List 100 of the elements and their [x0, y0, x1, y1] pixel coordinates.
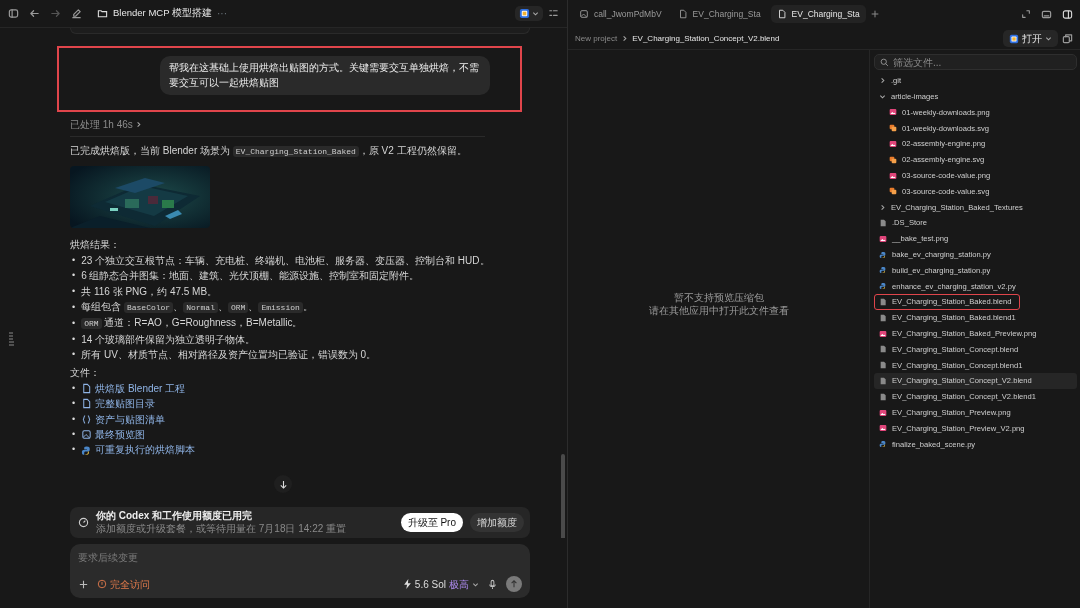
bullet-mark: • [72, 381, 76, 395]
plus-icon[interactable] [78, 578, 89, 590]
notice-title: 你的 Codex 和工作使用额度已用完 [96, 510, 254, 523]
bullet-mark: • [72, 348, 76, 362]
image-icon [579, 9, 589, 19]
image-icon [81, 429, 93, 441]
breadcrumb-current: EV_Charging_Station_Concept_V2.blend [632, 32, 780, 45]
copy-icon[interactable] [1062, 33, 1073, 44]
image-file-icon [879, 234, 887, 243]
file-icon [879, 219, 887, 228]
sidebar-icon[interactable] [8, 8, 19, 19]
bullet-mark: • [72, 443, 76, 457]
chevron-down-icon [472, 580, 479, 588]
python-icon [879, 282, 887, 291]
breadcrumb-link[interactable]: New project [575, 32, 618, 45]
image-file-icon [879, 408, 887, 417]
file-link[interactable]: 完整贴图目录 [81, 396, 156, 412]
scrollbar[interactable] [561, 454, 565, 538]
back-arrow-icon[interactable] [29, 8, 40, 19]
python-icon [81, 444, 93, 456]
app-logo-icon [518, 8, 530, 19]
list-item: 每组包含 BaseColor 、 Normal 、 ORM 、 Emission 。 [81, 300, 313, 316]
file-tab[interactable]: EV_Charging_Sta [770, 4, 866, 24]
file-link[interactable]: 最终预览图 [81, 426, 146, 443]
message-composer[interactable]: 要求后续变更 完全访问 5.6 Sol 极高 [70, 544, 530, 598]
file-icon [81, 398, 93, 410]
scroll-down-button[interactable] [274, 475, 292, 493]
python-icon [879, 266, 887, 275]
file-tab[interactable]: call_JwomPdMbV [573, 4, 668, 24]
bullet-mark: • [72, 284, 76, 298]
up-arrow-icon [510, 580, 518, 588]
open-button[interactable]: 打开 [1003, 30, 1058, 47]
microphone-icon[interactable] [487, 578, 498, 590]
chevron-down-icon [879, 93, 886, 101]
list-item: 14 个玻璃部件保留为独立透明子物体。 [81, 332, 256, 347]
file-tab[interactable]: EV_Charging_Sta [671, 4, 767, 24]
preview-message: 暂不支持预览压缩包 [673, 291, 764, 304]
processed-toggle[interactable]: 已处理 1h 46s [70, 116, 143, 132]
list-item: 共 116 张 PNG，约 47.5 MB。 [81, 284, 218, 299]
list-item: 23 个独立交互根节点：车辆、充电桩、终端机、电池柜、服务器、变压器、控制台和 HUD。 [81, 253, 490, 268]
chevron-down-icon [532, 10, 539, 17]
upgrade-button[interactable]: 升级至 Pro [400, 513, 463, 532]
image-file-icon [889, 140, 897, 149]
preview-message: 请在其他应用中打开此文件查看 [648, 304, 789, 317]
app-switch-button[interactable] [514, 6, 543, 21]
bullet-mark: • [72, 269, 76, 283]
vector-file-icon [889, 124, 897, 133]
lightning-icon [402, 579, 412, 589]
file-icon [677, 9, 688, 19]
forward-arrow-icon[interactable] [50, 8, 61, 19]
expand-icon[interactable] [1020, 9, 1031, 19]
file-link[interactable]: 资产与贴图清单 [81, 411, 166, 427]
search-icon [880, 57, 889, 67]
chevron-right-icon [879, 77, 886, 85]
bullet-mark: • [72, 332, 76, 346]
model-selector[interactable]: 5.6 Sol 极高 [402, 576, 479, 592]
bullet-mark: • [72, 397, 76, 411]
bullet-mark: • [72, 427, 76, 441]
chevron-right-icon [135, 120, 143, 128]
app-logo-icon [1009, 33, 1019, 44]
gauge-icon [78, 517, 89, 528]
add-credits-button[interactable]: 增加额度 [470, 513, 524, 532]
panel-icon[interactable] [1040, 8, 1052, 20]
file-icon [776, 9, 787, 19]
bullet-mark: • [72, 412, 76, 426]
more-button[interactable]: ··· [216, 6, 227, 21]
user-message: 帮我在这基础上使用烘焙出贴图的方式。关键需要交互单独烘焙，不需要交互可以一起烘焙贴图 [160, 56, 490, 95]
folder-icon [97, 8, 108, 19]
chevron-down-icon [1045, 35, 1052, 42]
python-icon [879, 440, 887, 449]
list-item: ORM 通道：R=AO，G=Roughness，B=Metallic。 [81, 315, 303, 332]
list-item: 6 组静态合并图集：地面、建筑、光伏顶棚、能源设施、控制室和固定附件。 [81, 269, 420, 284]
image-file-icon [879, 424, 887, 433]
file-link[interactable]: 可重复执行的烘焙脚本 [81, 442, 196, 458]
braces-icon [81, 413, 93, 425]
file-icon [81, 382, 93, 394]
access-button[interactable]: 完全访问 [97, 576, 150, 592]
section-heading: 烘焙结果： [70, 237, 121, 251]
list-item: 所有 UV、材质节点、相对路径及资产位置均已验证，错误数为 0。 [81, 348, 377, 363]
edit-icon[interactable] [71, 8, 82, 19]
section-heading: 文件： [70, 365, 101, 379]
image-file-icon [889, 171, 897, 180]
send-button[interactable] [506, 576, 522, 592]
list-icon[interactable] [548, 8, 559, 19]
bullet-mark: • [72, 253, 76, 267]
image-file-icon [889, 108, 897, 117]
down-arrow-icon [278, 479, 288, 489]
summary-text: 已完成烘焙版，当前 Blender 场景为 EV_Charging_Station_Baked ，原 V2 工程仍然保留。 [70, 143, 468, 158]
window-title: Blender MCP 模型搭建 [113, 6, 212, 21]
python-icon [879, 250, 887, 259]
file-link[interactable]: 烘焙版 Blender 工程 [81, 380, 186, 397]
chevron-right-icon [879, 203, 886, 211]
bullet-mark: • [72, 317, 76, 330]
plus-icon[interactable] [869, 9, 880, 19]
notice-text: 添加额度或升级套餐，或等待用量在 7月18日 14:22 重置 [96, 522, 348, 535]
chevron-right-icon [621, 35, 629, 42]
alert-circle-icon [97, 579, 107, 589]
vector-file-icon [889, 187, 897, 196]
image-file-icon [879, 329, 887, 338]
split-view-icon[interactable] [1061, 8, 1073, 20]
